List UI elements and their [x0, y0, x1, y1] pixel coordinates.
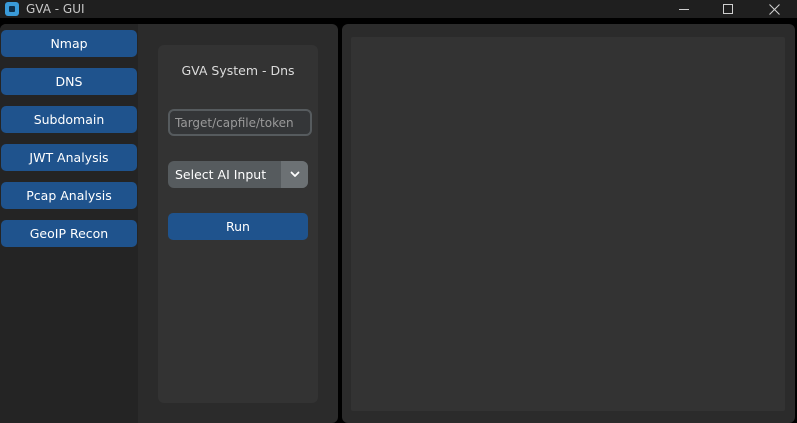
sidebar-item-geoip-recon[interactable]: GeoIP Recon [1, 220, 137, 247]
minimize-icon [679, 8, 689, 10]
ai-input-select-arrow[interactable] [281, 161, 308, 188]
app-icon [5, 2, 19, 16]
close-icon [768, 3, 780, 15]
right-frame [342, 24, 795, 423]
close-button[interactable] [752, 0, 796, 18]
maximize-button[interactable] [706, 0, 750, 18]
chevron-down-icon [290, 171, 299, 177]
sidebar-item-nmap[interactable]: Nmap [1, 30, 137, 57]
title-bar[interactable]: GVA - GUI [0, 0, 797, 18]
sidebar-item-jwt-analysis[interactable]: JWT Analysis [1, 144, 137, 171]
ai-input-select[interactable]: Select AI Input [168, 161, 308, 188]
sidebar-item-dns[interactable]: DNS [1, 68, 137, 95]
sidebar-item-pcap-analysis[interactable]: Pcap Analysis [1, 182, 137, 209]
sidebar-item-subdomain[interactable]: Subdomain [1, 106, 137, 133]
window-title: GVA - GUI [26, 2, 85, 16]
maximize-icon [723, 4, 733, 14]
target-input[interactable] [168, 109, 312, 136]
minimize-button[interactable] [662, 0, 706, 18]
output-textbox[interactable] [351, 37, 785, 411]
panel-title: GVA System - Dns [181, 63, 295, 78]
left-frame: Nmap DNS Subdomain JWT Analysis Pcap Ana… [0, 24, 338, 423]
sidebar-nav: Nmap DNS Subdomain JWT Analysis Pcap Ana… [0, 24, 138, 423]
run-button[interactable]: Run [168, 213, 308, 240]
ai-input-select-value: Select AI Input [175, 167, 267, 182]
app-window: GVA - GUI Nmap DNS Subdomain JWT Analysi… [0, 0, 797, 423]
dns-panel: GVA System - Dns Select AI Input Run [158, 45, 318, 403]
